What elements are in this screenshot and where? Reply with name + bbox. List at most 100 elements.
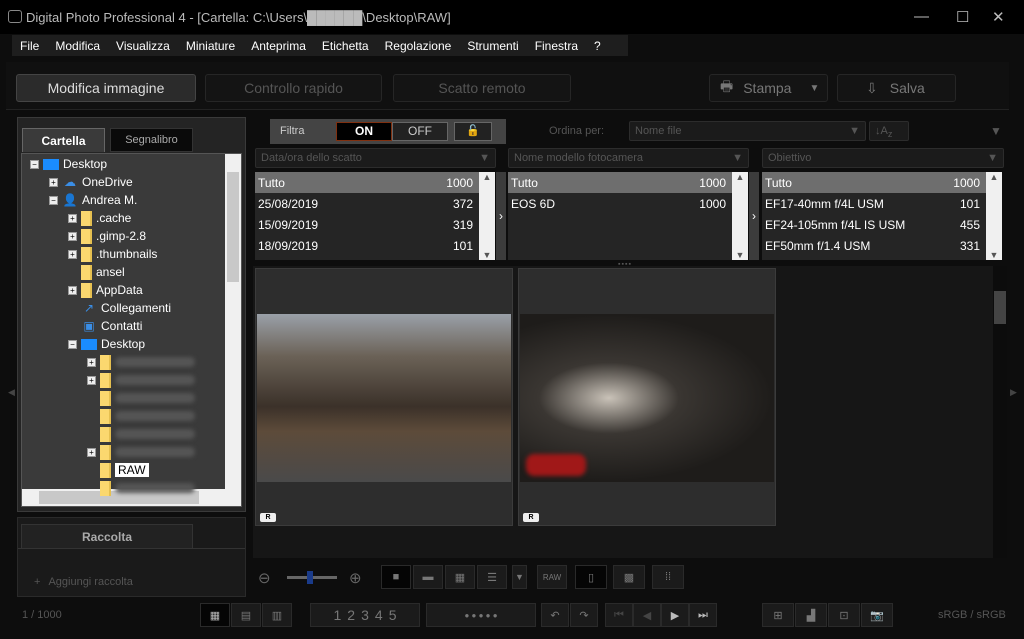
thumbnail-item[interactable]: R bbox=[518, 268, 776, 526]
filter-row[interactable]: EF24-105mm f/4L IS USM 455 bbox=[762, 214, 986, 235]
preview-icon[interactable]: ▯ bbox=[575, 565, 607, 589]
next-image-icon[interactable]: ▶ bbox=[661, 603, 689, 627]
filter-row[interactable]: 25/08/2019 372 bbox=[255, 193, 479, 214]
menu-etichetta[interactable]: Etichetta bbox=[314, 39, 377, 53]
grid-icon[interactable]: ▩ bbox=[613, 565, 645, 589]
expand-icon[interactable]: + bbox=[68, 285, 77, 295]
menu-file[interactable]: File bbox=[12, 39, 47, 53]
expand-icon[interactable]: + bbox=[87, 357, 96, 367]
rating-2[interactable]: 2 bbox=[347, 607, 355, 623]
tree-node[interactable]: + AppData bbox=[68, 281, 143, 299]
tree-node[interactable] bbox=[87, 479, 195, 497]
collapse-icon[interactable]: − bbox=[49, 195, 58, 205]
expand-icon[interactable]: + bbox=[68, 231, 77, 241]
raw-jpeg-button[interactable]: RAW bbox=[537, 565, 567, 589]
first-image-icon[interactable]: ⏮ bbox=[605, 603, 633, 627]
collapse-icon[interactable]: − bbox=[68, 339, 77, 349]
layout-filmstrip-icon[interactable]: ▤ bbox=[231, 603, 261, 627]
adjust-tool-icon[interactable]: ⊞ bbox=[762, 603, 794, 627]
tree-node[interactable]: ↗ Collegamenti bbox=[68, 299, 171, 317]
filter-list-scrollbar[interactable]: ▲ ▼ bbox=[479, 172, 495, 260]
tab-segnalibro[interactable]: Segnalibro bbox=[110, 128, 193, 152]
menu-regolazione[interactable]: Regolazione bbox=[377, 39, 460, 53]
tree-node[interactable]: + .cache bbox=[68, 209, 131, 227]
tree-node[interactable]: ▣ Contatti bbox=[68, 317, 142, 335]
menu-miniature[interactable]: Miniature bbox=[178, 39, 243, 53]
tree-node[interactable]: RAW bbox=[87, 461, 149, 479]
expand-icon[interactable]: + bbox=[87, 447, 96, 457]
tab-cartella[interactable]: Cartella bbox=[22, 128, 105, 152]
filter-on-button[interactable]: ON bbox=[336, 122, 392, 141]
zoom-slider[interactable] bbox=[287, 571, 337, 584]
filter-off-button[interactable]: OFF bbox=[392, 122, 448, 141]
tree-node[interactable]: − Desktop bbox=[30, 155, 107, 173]
tab-modifica-immagine[interactable]: Modifica immagine bbox=[16, 74, 196, 102]
print-button[interactable]: 🖶 Stampa ▼ bbox=[709, 74, 828, 102]
camera-icon[interactable]: 📷 bbox=[861, 603, 893, 627]
filter-row[interactable]: Tutto 1000 bbox=[508, 172, 732, 193]
collapse-filter-icon[interactable]: ▼ bbox=[990, 124, 1002, 138]
tree-node[interactable]: + bbox=[87, 353, 195, 371]
filter-list-scrollbar[interactable]: ▲ ▼ bbox=[986, 172, 1002, 260]
filter-row[interactable]: Tutto 1000 bbox=[762, 172, 986, 193]
filter-row[interactable]: 18/09/2019 101 bbox=[255, 235, 479, 256]
menu-modifica[interactable]: Modifica bbox=[47, 39, 108, 53]
expand-icon[interactable]: + bbox=[68, 213, 77, 223]
maximize-button[interactable]: ☐ bbox=[956, 8, 969, 26]
expand-icon[interactable]: + bbox=[87, 375, 96, 385]
filter-column-select[interactable]: Obiettivo ▼ bbox=[762, 148, 1004, 168]
sort-select[interactable]: Nome file ▼ bbox=[629, 121, 866, 141]
tree-node[interactable]: + bbox=[87, 371, 195, 389]
check-marks[interactable]: ● ● ● ● ● bbox=[426, 603, 536, 627]
menu-help[interactable]: ? bbox=[586, 39, 609, 53]
tab-scatto-remoto[interactable]: Scatto remoto bbox=[393, 74, 571, 102]
histogram-icon[interactable]: ▟ bbox=[795, 603, 827, 627]
tab-controllo-rapido[interactable]: Controllo rapido bbox=[205, 74, 382, 102]
view-medium-icon[interactable]: ▬ bbox=[413, 565, 443, 589]
tree-node[interactable]: + .gimp-2.8 bbox=[68, 227, 146, 245]
tree-node[interactable]: − Desktop bbox=[68, 335, 145, 353]
chevron-down-icon[interactable]: ▼ bbox=[809, 83, 819, 94]
grid-dotted-icon[interactable]: ⁞⁞ bbox=[652, 565, 684, 589]
chevron-right-icon[interactable]: › bbox=[749, 172, 759, 260]
tree-node[interactable]: ansel bbox=[68, 263, 125, 281]
collapse-icon[interactable]: − bbox=[30, 159, 39, 169]
tree-node[interactable]: + .thumbnails bbox=[68, 245, 157, 263]
crop-icon[interactable]: ⊡ bbox=[828, 603, 860, 627]
menu-anteprima[interactable]: Anteprima bbox=[243, 39, 314, 53]
rating-3[interactable]: 3 bbox=[361, 607, 369, 623]
menu-finestra[interactable]: Finestra bbox=[527, 39, 586, 53]
filter-row[interactable]: Tutto 1000 bbox=[255, 172, 479, 193]
collapse-left-icon[interactable]: ◀ bbox=[8, 387, 15, 398]
tree-node[interactable]: + ☁ OneDrive bbox=[49, 173, 133, 191]
menu-strumenti[interactable]: Strumenti bbox=[459, 39, 526, 53]
save-button[interactable]: ⇩ Salva bbox=[837, 74, 956, 102]
zoom-in-icon[interactable]: ⊕ bbox=[349, 569, 362, 587]
tree-node[interactable] bbox=[87, 389, 195, 407]
rotate-right-icon[interactable]: ↷ bbox=[570, 603, 598, 627]
rating-1[interactable]: 1 bbox=[334, 607, 342, 623]
filter-row[interactable]: EOS 6D 1000 bbox=[508, 193, 732, 214]
expand-icon[interactable]: + bbox=[49, 177, 58, 187]
thumbnail-item[interactable]: R bbox=[255, 268, 513, 526]
tree-node[interactable] bbox=[87, 425, 195, 443]
view-dropdown-icon[interactable]: ▼ bbox=[512, 565, 527, 589]
tree-node[interactable] bbox=[87, 407, 195, 425]
zoom-out-icon[interactable]: ⊖ bbox=[258, 569, 271, 587]
rotate-left-icon[interactable]: ↶ bbox=[541, 603, 569, 627]
filter-row[interactable]: EF17-40mm f/4L USM 101 bbox=[762, 193, 986, 214]
sort-direction-button[interactable]: ↓Az bbox=[869, 121, 909, 141]
add-collection-button[interactable]: + Aggiungi raccolta bbox=[34, 576, 133, 588]
close-button[interactable]: ✕ bbox=[992, 8, 1005, 26]
tab-raccolta[interactable]: Raccolta bbox=[21, 524, 193, 549]
rating-5[interactable]: 5 bbox=[389, 607, 397, 623]
menu-visualizza[interactable]: Visualizza bbox=[108, 39, 178, 53]
minimize-button[interactable]: — bbox=[914, 8, 929, 25]
filter-column-select[interactable]: Data/ora dello scatto ▼ bbox=[255, 148, 496, 168]
collapse-right-icon[interactable]: ▶ bbox=[1010, 387, 1017, 398]
tree-vertical-scrollbar[interactable] bbox=[225, 154, 241, 490]
view-large-icon[interactable]: ■ bbox=[381, 565, 411, 589]
chevron-right-icon[interactable]: › bbox=[496, 172, 506, 260]
filter-row[interactable]: 15/09/2019 319 bbox=[255, 214, 479, 235]
last-image-icon[interactable]: ⏭ bbox=[689, 603, 717, 627]
